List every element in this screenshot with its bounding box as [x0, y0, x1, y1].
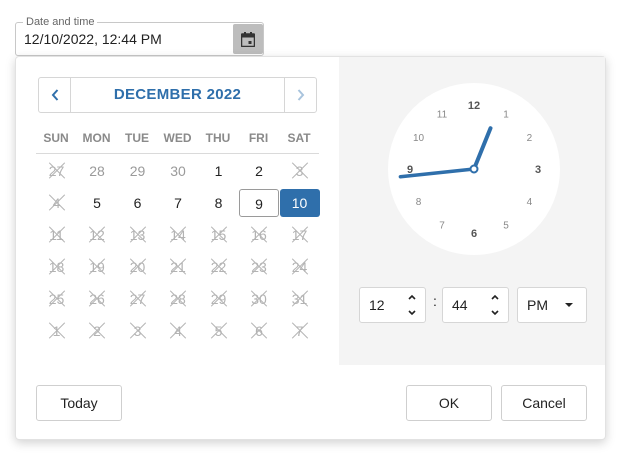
calendar-day[interactable]: 30: [158, 157, 198, 185]
calendar-day: 1: [37, 317, 77, 345]
calendar-day[interactable]: 29: [118, 157, 158, 185]
calendar-day: 28: [158, 285, 198, 313]
date-time-field-value[interactable]: 12/10/2022, 12:44 PM: [24, 30, 162, 48]
previous-month-button[interactable]: [39, 78, 71, 112]
calendar-day[interactable]: 7: [158, 189, 198, 217]
weekday-header: SUN MON TUE WED THU FRI SAT: [36, 131, 319, 154]
today-button[interactable]: Today: [36, 385, 122, 421]
day-grid: 27 28 29 30 1 2 3 4 5 6 7 8 9 10 11 12 13 14 15 16 17 18 19 20 2…: [36, 157, 320, 349]
chevron-right-icon: [297, 89, 304, 101]
calendar-day: 24: [280, 253, 320, 281]
hour-spinner[interactable]: 12: [359, 287, 426, 323]
time-separator: :: [433, 293, 437, 309]
minute-value[interactable]: 44: [452, 288, 468, 322]
calendar-day[interactable]: 8: [199, 189, 239, 217]
calendar-day: 5: [199, 317, 239, 345]
calendar-day: 3: [118, 317, 158, 345]
calendar-day: 19: [77, 253, 117, 281]
calendar-day[interactable]: 2: [239, 157, 279, 185]
calendar-day[interactable]: 1: [199, 157, 239, 185]
weekday-label: THU: [205, 131, 231, 145]
clock-number: 4: [527, 197, 533, 208]
clock-number: 12: [468, 100, 480, 112]
calendar-day: 23: [239, 253, 279, 281]
calendar-day[interactable]: 5: [77, 189, 117, 217]
ok-button[interactable]: OK: [406, 385, 492, 421]
date-time-popup: 12 1 2 3 4 5 6 7 8 9 10 11 12 : 44 PM DE…: [15, 56, 606, 440]
chevron-down-icon[interactable]: [491, 310, 499, 316]
minute-spinner[interactable]: 44: [442, 287, 509, 323]
calendar-day: 31: [280, 285, 320, 313]
hour-value[interactable]: 12: [369, 288, 385, 322]
clock-number: 11: [437, 110, 448, 121]
calendar-day: 20: [118, 253, 158, 281]
clock-number: 8: [416, 197, 422, 208]
calendar-day: 14: [158, 221, 198, 249]
analog-clock[interactable]: 121234567891011: [388, 83, 560, 255]
clock-number: 6: [471, 228, 477, 240]
weekday-label: TUE: [125, 131, 149, 145]
period-select[interactable]: PM: [517, 287, 587, 323]
clock-number: 7: [439, 220, 445, 231]
calendar-toggle-button[interactable]: [233, 24, 263, 54]
weekday-label: WED: [163, 131, 192, 145]
calendar-day: 11: [37, 221, 77, 249]
date-time-field-label: Date and time: [23, 16, 98, 29]
calendar-day: 27: [118, 285, 158, 313]
clock-number: 2: [527, 133, 533, 144]
month-navigation: DECEMBER 2022: [38, 77, 317, 113]
selected-day[interactable]: 10: [279, 189, 320, 217]
chevron-down-icon[interactable]: [408, 310, 416, 316]
calendar-day[interactable]: 6: [118, 189, 158, 217]
weekday-label: FRI: [248, 131, 269, 145]
calendar-day: 17: [280, 221, 320, 249]
calendar-day: 30: [239, 285, 279, 313]
calendar-day: 6: [239, 317, 279, 345]
next-month-button[interactable]: [284, 78, 316, 112]
cancel-button[interactable]: Cancel: [501, 385, 587, 421]
calendar-day: 25: [37, 285, 77, 313]
calendar-day: 27: [37, 157, 77, 185]
month-title[interactable]: DECEMBER 2022: [70, 78, 285, 112]
calendar-day: 21: [158, 253, 198, 281]
calendar-icon: [241, 31, 255, 47]
clock-number: 1: [503, 110, 509, 121]
calendar-day: 15: [199, 221, 239, 249]
weekday-label: SAT: [287, 131, 311, 145]
calendar-day: 18: [37, 253, 77, 281]
chevron-up-icon[interactable]: [408, 294, 416, 300]
chevron-left-icon: [51, 89, 58, 101]
calendar-day: 16: [239, 221, 279, 249]
calendar-day: 4: [37, 189, 77, 217]
calendar-day: 3: [280, 157, 320, 185]
clock-center: [469, 164, 479, 174]
clock-number: 5: [503, 220, 509, 231]
calendar-day: 26: [77, 285, 117, 313]
period-value: PM: [527, 297, 548, 313]
today-day[interactable]: 9: [239, 189, 279, 217]
weekday-label: MON: [82, 131, 111, 145]
calendar-day: 2: [77, 317, 117, 345]
calendar-day[interactable]: 28: [77, 157, 117, 185]
calendar-day: 22: [199, 253, 239, 281]
caret-down-icon: [565, 303, 573, 307]
chevron-up-icon[interactable]: [491, 294, 499, 300]
calendar-day: 29: [199, 285, 239, 313]
clock-number: 3: [535, 164, 541, 176]
calendar-day: 7: [280, 317, 320, 345]
calendar-day: 4: [158, 317, 198, 345]
calendar-day: 13: [118, 221, 158, 249]
clock-pane: 12 1 2 3 4 5 6 7 8 9 10 11 12 : 44 PM: [339, 57, 605, 365]
clock-number: 10: [413, 133, 425, 144]
calendar-day: 12: [77, 221, 117, 249]
weekday-label: SUN: [43, 131, 69, 145]
